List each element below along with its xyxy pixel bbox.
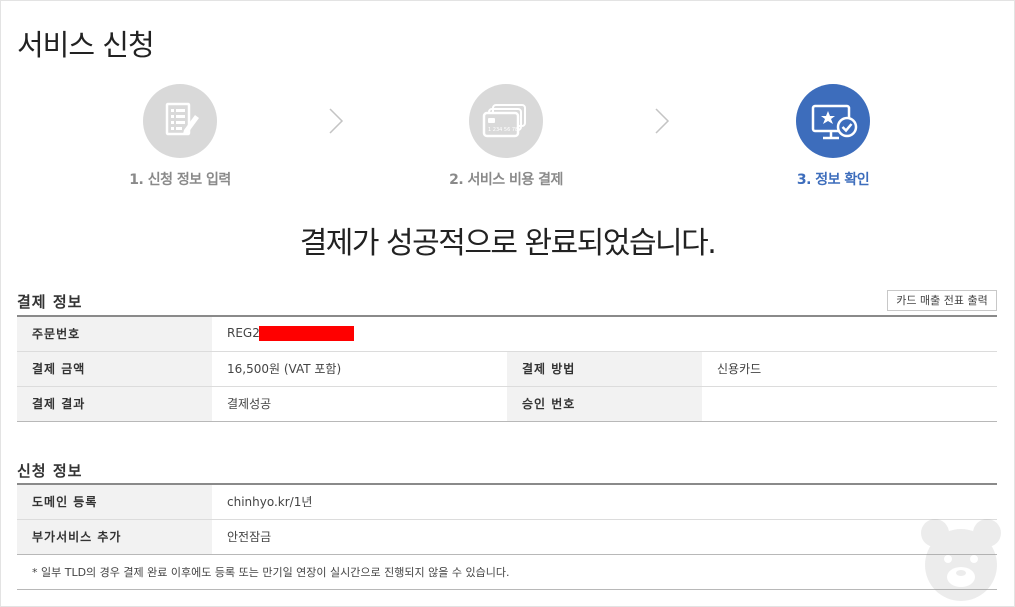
redaction-bar [258, 326, 354, 342]
card-number-text: 1 234 56 78 [488, 127, 518, 133]
addon-value: 안전잠금 [212, 519, 997, 555]
order-number-value: REG2 [227, 326, 260, 341]
table-row: 결제 금액 16,500원 (VAT 포함) 결제 방법 신용카드 [17, 351, 998, 387]
payment-section-title: 결제 정보 [17, 293, 83, 311]
method-label: 결제 방법 [507, 351, 702, 387]
approval-value [702, 386, 998, 422]
addon-label: 부가서비스 추가 [17, 519, 212, 555]
step-2-label: 2. 서비스 비용 결제 [449, 172, 563, 188]
monitor-check-icon [796, 84, 870, 158]
table-row: 결제 결과 결제성공 승인 번호 [17, 386, 998, 422]
result-value: 결제성공 [212, 386, 507, 422]
step-3: 3. 정보 확인 [733, 84, 933, 189]
page-title: 서비스 신청 [17, 28, 155, 62]
amount-value: 16,500원 (VAT 포함) [212, 351, 507, 387]
chevron-right-icon [655, 108, 670, 134]
notice-text: * 일부 TLD의 경우 결제 완료 이후에도 등록 또는 만기일 연장이 실시… [17, 555, 997, 590]
success-message: 결제가 성공적으로 완료되었습니다. [299, 226, 717, 261]
order-number-cell: REG2 [212, 316, 998, 352]
credit-card-icon: 1 234 56 78 [469, 84, 543, 158]
approval-label: 승인 번호 [507, 386, 702, 422]
order-number-label: 주문번호 [17, 316, 212, 352]
table-row: 주문번호 REG2 [17, 316, 998, 352]
application-info-table: 도메인 등록 chinhyo.kr/1년 부가서비스 추가 안전잠금 [17, 483, 997, 555]
table-row: 부가서비스 추가 안전잠금 [17, 519, 997, 555]
domain-label: 도메인 등록 [17, 484, 212, 520]
step-1-label: 1. 신청 정보 입력 [129, 172, 231, 188]
application-section-title: 신청 정보 [17, 462, 83, 480]
result-label: 결제 결과 [17, 386, 212, 422]
method-value: 신용카드 [702, 351, 998, 387]
payment-info-table: 주문번호 REG2 결제 금액 16,500원 (VAT 포함) 결제 방법 신… [17, 315, 998, 422]
amount-label: 결제 금액 [17, 351, 212, 387]
table-row: 도메인 등록 chinhyo.kr/1년 [17, 484, 997, 520]
step-3-label: 3. 정보 확인 [796, 172, 870, 188]
print-receipt-button[interactable]: 카드 매출 전표 출력 [887, 290, 997, 311]
bear-watermark-icon [921, 519, 1001, 601]
chevron-right-icon [329, 108, 344, 134]
domain-value: chinhyo.kr/1년 [212, 484, 997, 520]
step-2: 1 234 56 78 2. 서비스 비용 결제 [406, 84, 606, 189]
step-1: 1. 신청 정보 입력 [80, 84, 280, 189]
form-edit-icon [143, 84, 217, 158]
